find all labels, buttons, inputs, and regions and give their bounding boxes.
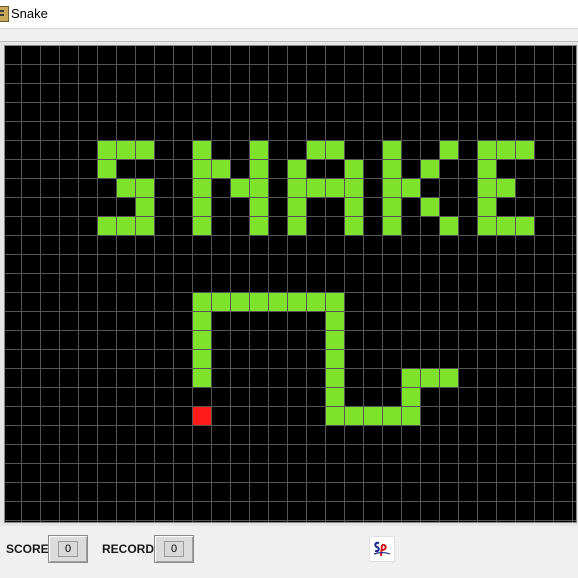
title-pixel xyxy=(98,217,116,235)
snake-segment xyxy=(212,293,230,311)
snake-segment xyxy=(326,407,344,425)
title-pixel xyxy=(497,179,515,197)
snake-segment xyxy=(193,293,211,311)
title-pixel xyxy=(250,198,268,216)
food-pellet xyxy=(193,407,211,425)
title-pixel xyxy=(136,217,154,235)
title-pixel xyxy=(117,217,135,235)
title-pixel xyxy=(288,198,306,216)
title-pixel xyxy=(421,160,439,178)
snake-segment xyxy=(326,331,344,349)
title-pixel xyxy=(193,217,211,235)
title-pixel xyxy=(345,217,363,235)
title-pixel xyxy=(345,198,363,216)
snake-segment xyxy=(193,312,211,330)
title-pixel xyxy=(250,141,268,159)
title-pixel xyxy=(193,198,211,216)
title-pixel xyxy=(136,141,154,159)
title-pixel xyxy=(231,179,249,197)
title-pixel xyxy=(212,160,230,178)
snake-segment xyxy=(402,369,420,387)
record-value: 0 xyxy=(164,541,184,557)
title-pixel xyxy=(288,160,306,178)
score-value: 0 xyxy=(58,541,78,557)
snake-segment xyxy=(402,388,420,406)
title-pixel xyxy=(307,141,325,159)
game-board[interactable] xyxy=(4,45,577,523)
snake-segment xyxy=(307,293,325,311)
title-pixel xyxy=(250,179,268,197)
title-pixel xyxy=(383,160,401,178)
title-pixel xyxy=(516,217,534,235)
title-pixel xyxy=(326,141,344,159)
snake-segment xyxy=(193,331,211,349)
sp-logo-icon xyxy=(373,541,391,557)
snake-segment xyxy=(250,293,268,311)
title-pixel xyxy=(193,141,211,159)
title-pixel xyxy=(193,179,211,197)
title-pixel xyxy=(383,217,401,235)
snake-segment xyxy=(326,293,344,311)
title-pixel xyxy=(345,179,363,197)
title-pixel xyxy=(117,179,135,197)
record-display: 0 xyxy=(154,535,194,563)
title-pixel xyxy=(497,217,515,235)
title-pixel xyxy=(307,179,325,197)
snake-segment xyxy=(345,407,363,425)
title-pixel xyxy=(402,179,420,197)
title-pixel xyxy=(497,141,515,159)
snake-segment xyxy=(326,388,344,406)
snake-segment xyxy=(193,350,211,368)
title-pixel xyxy=(250,160,268,178)
snake-head xyxy=(440,369,458,387)
sp-logo xyxy=(369,536,395,562)
game-app-icon xyxy=(0,6,9,22)
snake-segment xyxy=(269,293,287,311)
title-pixel xyxy=(288,217,306,235)
title-pixel xyxy=(383,179,401,197)
title-pixel xyxy=(440,217,458,235)
title-pixel xyxy=(98,160,116,178)
snake-segment xyxy=(326,350,344,368)
title-pixel xyxy=(326,179,344,197)
snake-segment xyxy=(421,369,439,387)
title-pixel xyxy=(478,141,496,159)
snake-segment xyxy=(402,407,420,425)
title-pixel xyxy=(440,141,458,159)
title-pixel xyxy=(117,141,135,159)
title-pixel xyxy=(288,179,306,197)
title-pixel xyxy=(193,160,211,178)
snake-segment xyxy=(364,407,382,425)
snake-segment xyxy=(288,293,306,311)
title-pixel xyxy=(478,160,496,178)
snake-segment xyxy=(326,369,344,387)
title-pixel xyxy=(250,217,268,235)
score-label: SCORE xyxy=(6,542,49,556)
score-display: 0 xyxy=(48,535,88,563)
title-pixel xyxy=(421,198,439,216)
window-title: Snake xyxy=(11,6,48,21)
title-pixel xyxy=(383,198,401,216)
snake-segment xyxy=(383,407,401,425)
record-label: RECORD xyxy=(102,542,155,556)
title-bar: Snake xyxy=(0,0,578,29)
snake-segment xyxy=(231,293,249,311)
snake-segment xyxy=(326,312,344,330)
title-pixel xyxy=(98,141,116,159)
title-pixel xyxy=(478,179,496,197)
title-pixel xyxy=(478,217,496,235)
title-pixel xyxy=(136,198,154,216)
snake-segment xyxy=(193,369,211,387)
title-pixel xyxy=(516,141,534,159)
title-pixel xyxy=(345,160,363,178)
title-pixel xyxy=(383,141,401,159)
title-pixel xyxy=(136,179,154,197)
title-pixel xyxy=(478,198,496,216)
